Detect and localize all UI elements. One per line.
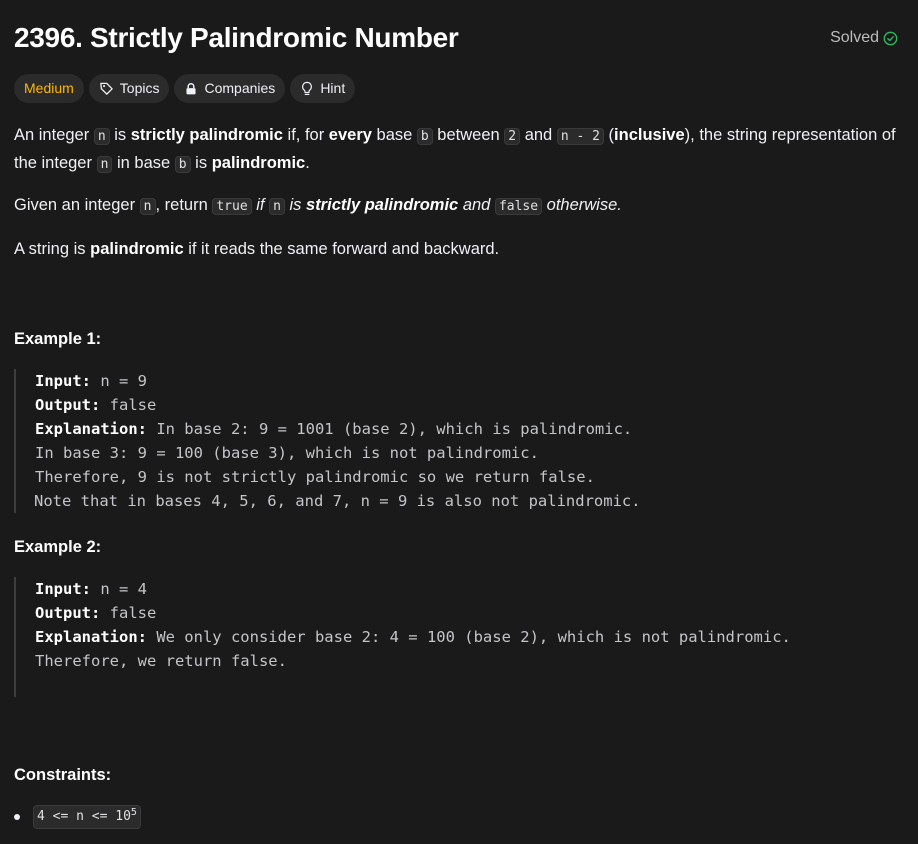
lock-icon — [184, 82, 198, 96]
output-label: Output: — [35, 604, 101, 622]
example-2-block: Input: n = 4 Output: false Explanation: … — [14, 577, 791, 697]
text: . — [305, 154, 310, 172]
italic-text: if — [251, 196, 270, 214]
constraints-title: Constraints: — [14, 766, 112, 784]
bullet — [14, 814, 20, 820]
hint-label: Hint — [320, 80, 346, 96]
constraint-text: 4 <= n <= 10 — [37, 809, 131, 824]
explanation-line: Therefore, 9 is not strictly palindromic… — [35, 468, 595, 486]
inline-code: n — [139, 198, 156, 215]
explanation-line: In base 2: 9 = 1001 (base 2), which is p… — [146, 420, 633, 438]
description-paragraph-1: An integer n is strictly palindromic if,… — [14, 122, 900, 178]
hint-button[interactable]: Hint — [290, 74, 356, 103]
inline-code: n - 2 — [556, 128, 604, 145]
bold-text: strictly palindromic — [130, 126, 283, 144]
companies-button[interactable]: Companies — [174, 74, 286, 103]
problem-title: 2396. Strictly Palindromic Number — [14, 22, 459, 53]
solved-status: Solved — [830, 26, 898, 50]
solved-label: Solved — [830, 29, 879, 46]
output-value: false — [100, 604, 157, 622]
inline-code: n — [96, 156, 113, 173]
description-paragraph-2: Given an integer n, return true if n is … — [14, 192, 900, 220]
text: in base — [112, 154, 175, 172]
input-label: Input: — [35, 372, 91, 390]
text: is — [190, 154, 212, 172]
explanation-label: Explanation: — [35, 628, 147, 646]
tag-bar: Medium Topics Companies Hint — [14, 74, 356, 103]
bold-italic-text: strictly palindromic — [306, 196, 459, 214]
inline-code: b — [416, 128, 433, 145]
inline-code: 2 — [504, 128, 521, 145]
output-value: false — [100, 396, 157, 414]
example-1-block: Input: n = 9 Output: false Explanation: … — [14, 369, 641, 513]
description-paragraph-3: A string is palindromic if it reads the … — [14, 236, 900, 262]
tag-icon — [99, 81, 114, 96]
constraint-exponent: 5 — [130, 807, 137, 818]
text: ( — [603, 126, 615, 144]
text: if, for — [282, 126, 329, 144]
text: A string is — [14, 240, 91, 258]
text: and — [520, 126, 557, 144]
bold-text: palindromic — [211, 154, 306, 172]
topics-button[interactable]: Topics — [88, 74, 170, 103]
difficulty-label: Medium — [24, 80, 74, 96]
explanation-label: Explanation: — [35, 420, 147, 438]
text: , return — [155, 196, 213, 214]
output-label: Output: — [35, 396, 101, 414]
difficulty-badge: Medium — [14, 74, 84, 103]
constraint-code: 4 <= n <= 105 — [33, 805, 141, 829]
bold-text: inclusive — [614, 126, 685, 144]
problem-header: 2396. Strictly Palindromic Number Solved — [14, 18, 900, 58]
example-1-title: Example 1: — [14, 330, 102, 348]
input-label: Input: — [35, 580, 91, 598]
italic-text: otherwise. — [542, 196, 622, 214]
text: between — [432, 126, 505, 144]
inline-code: n — [93, 128, 110, 145]
italic-text: is — [284, 196, 307, 214]
topics-label: Topics — [119, 80, 160, 96]
explanation-line: In base 3: 9 = 100 (base 3), which is no… — [35, 444, 539, 462]
text: is — [109, 126, 131, 144]
example-2-title: Example 2: — [14, 538, 102, 556]
text: An integer — [14, 126, 94, 144]
explanation-line: We only consider base 2: 4 = 100 (base 2… — [146, 628, 791, 646]
italic-text: and — [458, 196, 495, 214]
bold-text: palindromic — [90, 240, 184, 258]
inline-code: n — [269, 198, 285, 215]
input-value: n = 9 — [91, 372, 147, 390]
check-circle-icon — [883, 31, 898, 46]
constraint-list-item: 4 <= n <= 105 — [14, 805, 141, 829]
text: base — [371, 126, 417, 144]
inline-code: false — [494, 198, 543, 215]
text: Given an integer — [14, 196, 140, 214]
explanation-line: Note that in bases 4, 5, 6, and 7, n = 9… — [34, 492, 641, 510]
lightbulb-icon — [300, 81, 314, 96]
text: if it reads the same forward and backwar… — [183, 240, 500, 258]
input-value: n = 4 — [91, 580, 147, 598]
companies-label: Companies — [204, 80, 276, 96]
explanation-line: Therefore, we return false. — [35, 652, 287, 670]
bold-text: every — [328, 126, 372, 144]
inline-code: true — [212, 198, 252, 215]
inline-code: b — [174, 156, 191, 173]
